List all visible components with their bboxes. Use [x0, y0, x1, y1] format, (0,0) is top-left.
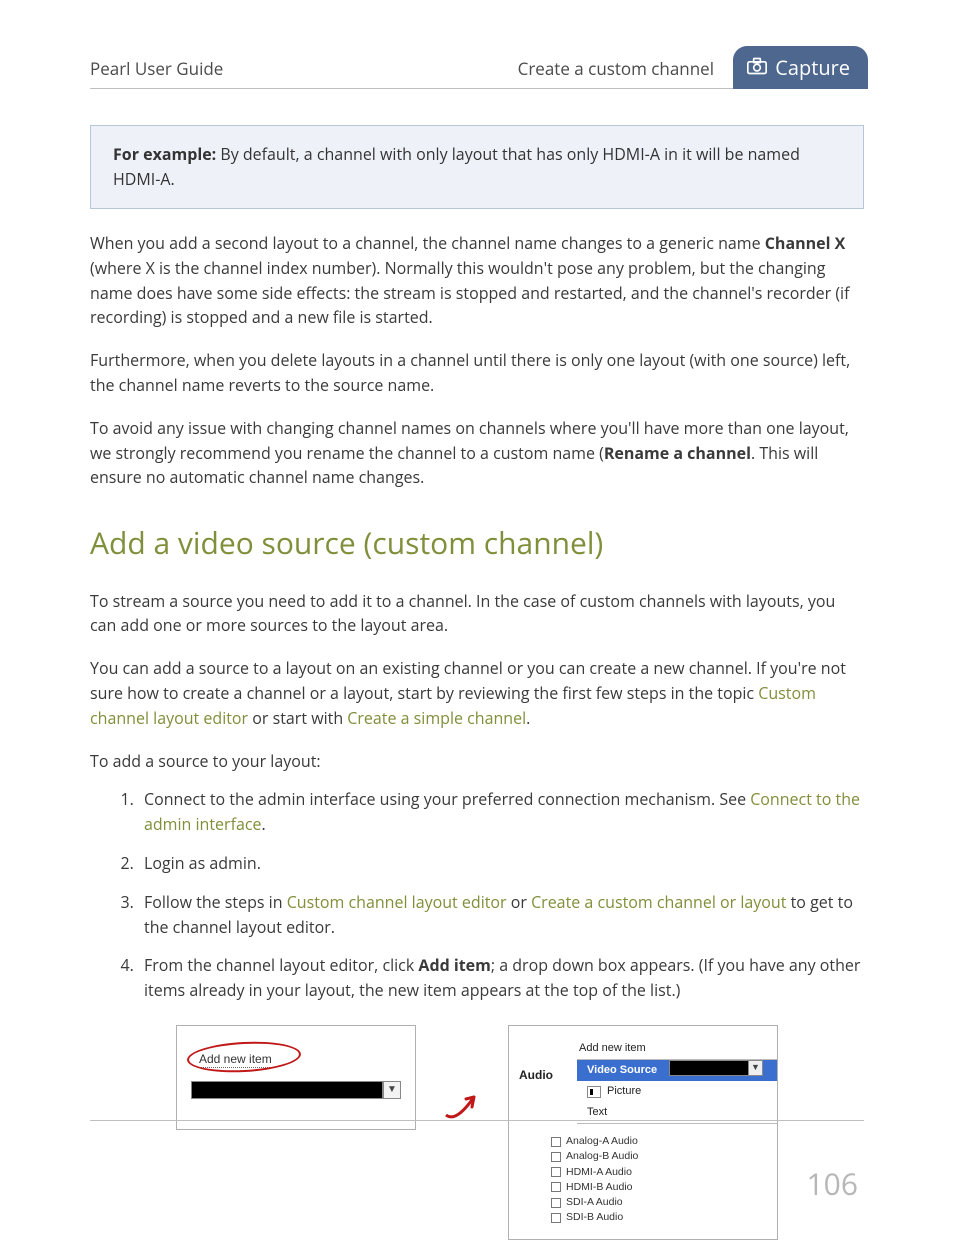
section-heading: Add a video source (custom channel)	[90, 520, 864, 567]
note-text: By default, a channel with only layout t…	[113, 143, 800, 190]
capture-tab-label: Capture	[775, 52, 850, 83]
steps-lead: To add a source to your layout:	[90, 749, 864, 774]
link-custom-channel-layout-editor-2[interactable]: Custom channel layout editor	[287, 891, 507, 913]
section-intro-2c: .	[526, 707, 530, 729]
section-intro-2: You can add a source to a layout on an e…	[90, 656, 864, 730]
channel-x-term: Channel X	[765, 232, 846, 254]
audio-source-list: Analog-A Audio Analog-B Audio HDMI-A Aud…	[551, 1134, 777, 1225]
paragraph-1: When you add a second layout to a channe…	[90, 231, 864, 330]
add-new-item-link[interactable]: Add new item	[199, 1050, 401, 1069]
page-number: 106	[807, 1161, 858, 1208]
page-header: Pearl User Guide Create a custom channel…	[90, 56, 864, 89]
figure-add-item: Add new item ▼ Audio Add new item Video …	[90, 1025, 864, 1241]
step-3a: Follow the steps in	[144, 891, 287, 913]
checkbox-icon[interactable]	[551, 1182, 561, 1192]
camera-icon	[747, 52, 767, 83]
step-3b: or	[507, 891, 531, 913]
rename-channel-term: Rename a channel	[604, 442, 751, 464]
figure-right-panel: Audio Add new item Video Source Picture …	[508, 1025, 778, 1241]
paragraph-1a: When you add a second layout to a channe…	[90, 232, 765, 254]
audio-item[interactable]: SDI-A Audio	[551, 1195, 777, 1210]
video-source-dropdown[interactable]: ▼	[669, 1060, 763, 1076]
source-dropdown-field	[191, 1081, 383, 1099]
chevron-down-icon[interactable]: ▼	[748, 1061, 762, 1075]
audio-item-label: SDI-A Audio	[566, 1195, 623, 1210]
chevron-down-icon[interactable]: ▼	[383, 1081, 401, 1099]
arrow-icon	[442, 1085, 482, 1125]
audio-item[interactable]: Analog-B Audio	[551, 1149, 777, 1164]
audio-section-label: Audio	[519, 1066, 551, 1251]
step-2: Login as admin.	[138, 851, 864, 876]
section-intro-2a: You can add a source to a layout on an e…	[90, 657, 846, 704]
checkbox-icon[interactable]	[551, 1167, 561, 1177]
step-1: Connect to the admin interface using you…	[138, 787, 864, 837]
section-intro-2b: or start with	[248, 707, 347, 729]
checkbox-icon[interactable]	[551, 1137, 561, 1147]
step-4: From the channel layout editor, click Ad…	[138, 953, 864, 1003]
guide-title: Pearl User Guide	[90, 56, 518, 82]
source-dropdown[interactable]: ▼	[191, 1081, 401, 1099]
step-4a: From the channel layout editor, click	[144, 954, 418, 976]
menu-item-picture-label: Picture	[607, 1083, 641, 1100]
step-1a: Connect to the admin interface using you…	[144, 788, 750, 810]
audio-item[interactable]: Analog-A Audio	[551, 1134, 777, 1149]
footer-divider	[90, 1120, 864, 1121]
audio-item-label: SDI-B Audio	[566, 1210, 623, 1225]
capture-tab[interactable]: Capture	[733, 46, 868, 89]
step-1b: .	[262, 813, 266, 835]
checkbox-icon[interactable]	[551, 1198, 561, 1208]
checkbox-icon[interactable]	[551, 1213, 561, 1223]
audio-item[interactable]: SDI-B Audio	[551, 1210, 777, 1225]
audio-item[interactable]: HDMI-B Audio	[551, 1180, 777, 1195]
paragraph-1c: (where X is the channel index number). N…	[90, 257, 849, 329]
breadcrumb: Create a custom channel	[518, 56, 714, 82]
audio-item[interactable]: HDMI-A Audio	[551, 1165, 777, 1180]
link-create-custom-channel[interactable]: Create a custom channel or layout	[531, 891, 786, 913]
checkbox-icon[interactable]	[551, 1152, 561, 1162]
picture-icon	[587, 1086, 601, 1098]
audio-item-label: HDMI-B Audio	[566, 1180, 633, 1195]
example-note: For example: By default, a channel with …	[90, 125, 864, 209]
link-create-simple-channel[interactable]: Create a simple channel	[347, 707, 526, 729]
audio-item-label: HDMI-A Audio	[566, 1165, 632, 1180]
note-lead: For example:	[113, 143, 216, 165]
add-item-term: Add item	[418, 954, 490, 976]
steps-list: Connect to the admin interface using you…	[90, 787, 864, 1003]
add-new-item-header: Add new item	[579, 1040, 777, 1057]
paragraph-2: Furthermore, when you delete layouts in …	[90, 348, 864, 398]
paragraph-3: To avoid any issue with changing channel…	[90, 416, 864, 490]
menu-item-picture[interactable]: Picture	[577, 1081, 777, 1102]
audio-item-label: Analog-A Audio	[566, 1134, 638, 1149]
audio-item-label: Analog-B Audio	[566, 1149, 638, 1164]
add-new-item-label: Add new item	[199, 1052, 272, 1068]
step-3: Follow the steps in Custom channel layou…	[138, 890, 864, 940]
section-intro-1: To stream a source you need to add it to…	[90, 589, 864, 639]
figure-left-panel: Add new item ▼	[176, 1025, 416, 1130]
